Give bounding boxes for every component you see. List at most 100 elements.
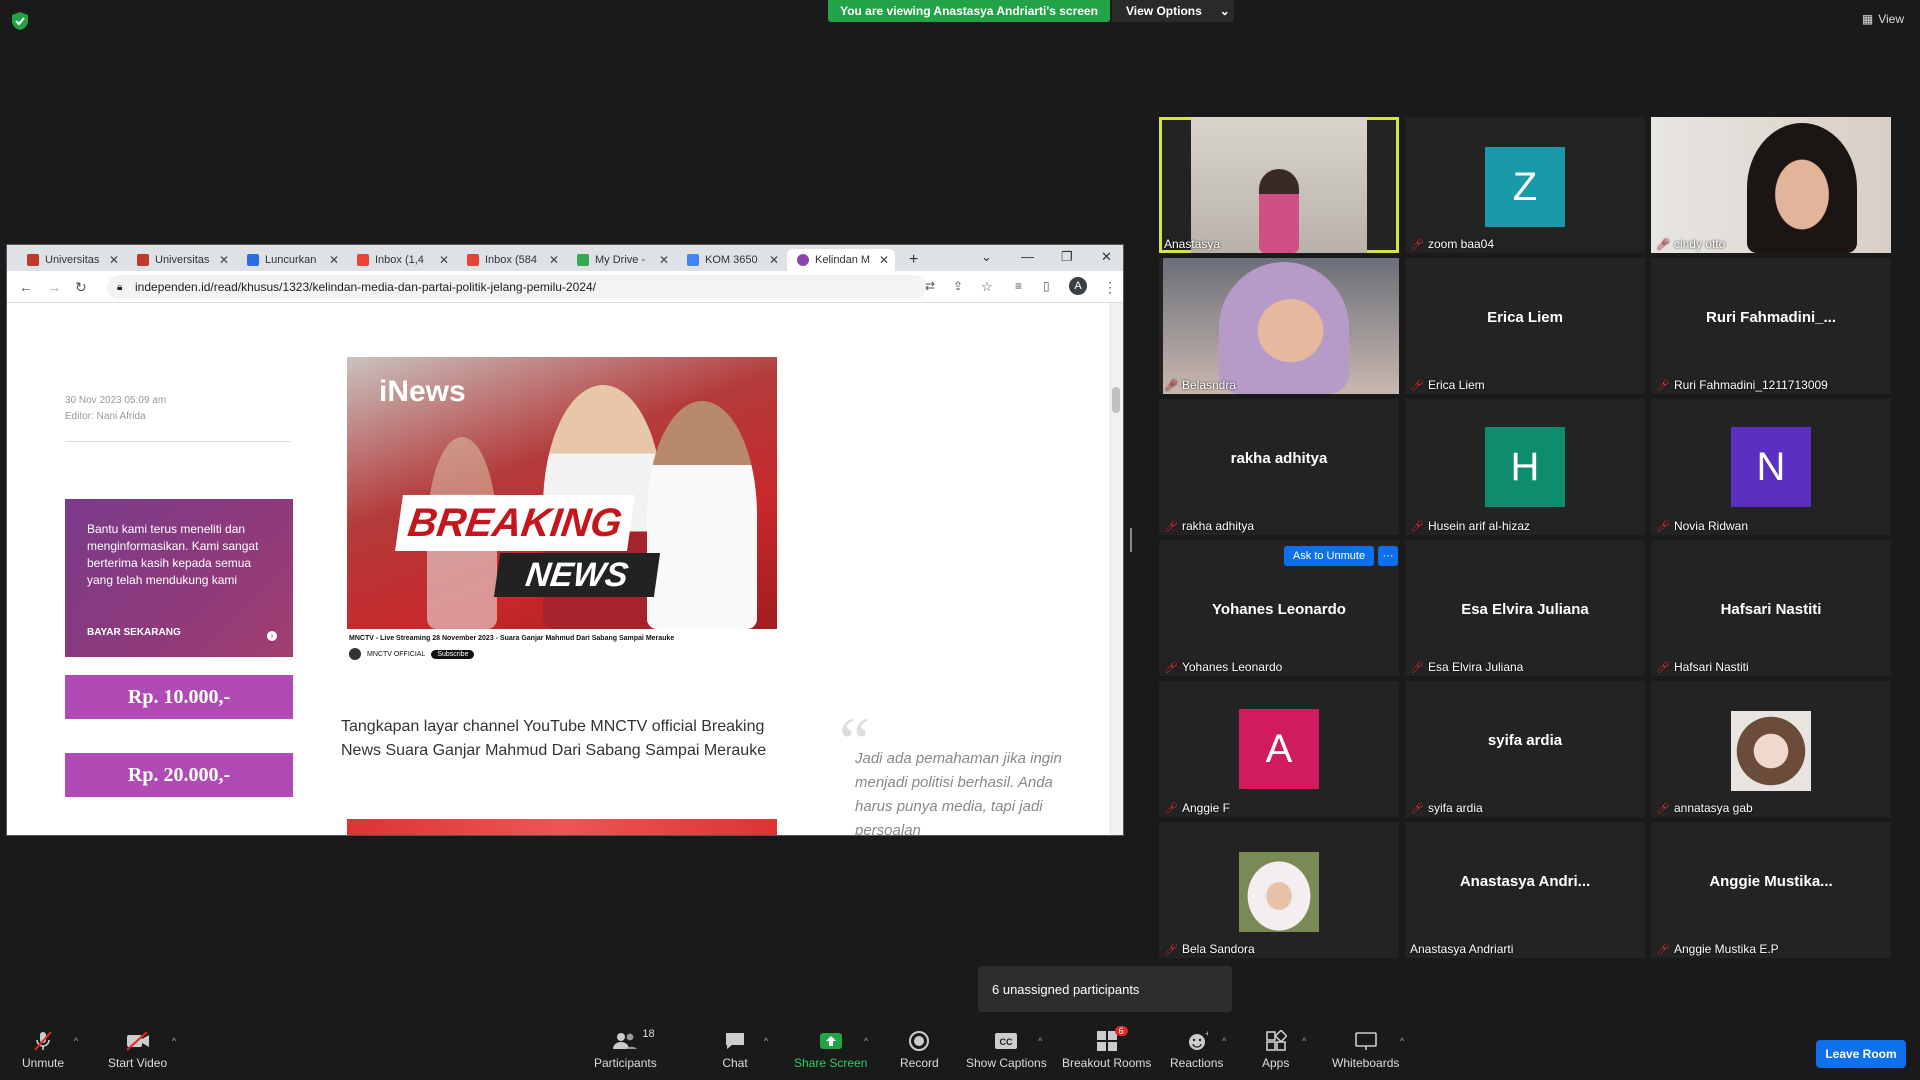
start-video-button[interactable]: Start Video: [108, 1030, 167, 1070]
close-tab-icon[interactable]: ✕: [329, 253, 339, 267]
participant-tile[interactable]: syifa ardia 🎤︎ syifa ardia: [1405, 681, 1645, 817]
layout-splitter-handle[interactable]: [1130, 528, 1132, 552]
page-scrollbar[interactable]: [1109, 303, 1123, 835]
reactions-button[interactable]: + Reactions: [1170, 1030, 1223, 1070]
close-tab-icon[interactable]: ✕: [879, 253, 889, 267]
url-field[interactable]: 🔒︎ independen.id/read/khusus/1323/kelind…: [107, 275, 927, 299]
whiteboards-caret-icon[interactable]: ^: [1400, 1036, 1404, 1046]
minimize-icon[interactable]: —: [1021, 249, 1034, 264]
unassigned-participants-tooltip[interactable]: 6 unassigned participants: [978, 966, 1232, 1012]
browser-tab[interactable]: Inbox (584 ✕: [457, 249, 565, 271]
browser-tab[interactable]: KOM 3650 ✕: [677, 249, 785, 271]
support-text: Bantu kami terus meneliti dan menginform…: [87, 522, 259, 587]
kebab-menu-icon[interactable]: ⋮: [1103, 279, 1117, 296]
browser-tab[interactable]: My Drive - ✕: [567, 249, 675, 271]
breaking-text: BREAKING: [395, 495, 635, 551]
participant-name: Anggie F: [1181, 801, 1230, 815]
participants-button[interactable]: 18 Participants: [594, 1028, 657, 1070]
participant-tile[interactable]: Anastasya Andri... Anastasya Andriarti: [1405, 822, 1645, 958]
participant-tile[interactable]: 🎤︎ cindy otto: [1651, 117, 1891, 253]
more-options-icon[interactable]: ···: [1378, 546, 1398, 566]
tab-search-chevron-icon[interactable]: ⌄: [981, 249, 992, 265]
forward-arrow-icon[interactable]: →: [47, 279, 61, 295]
share-screen-label: Share Screen: [794, 1056, 868, 1070]
security-shield-icon[interactable]: [12, 12, 28, 30]
restore-icon[interactable]: ❐: [1061, 249, 1073, 265]
ask-to-unmute-button[interactable]: Ask to Unmute: [1284, 546, 1374, 566]
scrollbar-thumb[interactable]: [1112, 387, 1120, 413]
view-button[interactable]: ▦ View: [1862, 12, 1904, 26]
browser-tab[interactable]: Universitas ✕: [127, 249, 235, 271]
participant-tile[interactable]: 🎤︎ annatasya gab: [1651, 681, 1891, 817]
browser-tab[interactable]: Luncurkan ✕: [237, 249, 345, 271]
record-icon: [906, 1030, 932, 1052]
reading-list-icon[interactable]: ≡: [1015, 279, 1022, 293]
audio-options-caret-icon[interactable]: ^: [74, 1036, 78, 1046]
leave-room-button[interactable]: Leave Room: [1816, 1040, 1906, 1068]
share-caret-icon[interactable]: ^: [864, 1036, 868, 1046]
whiteboards-button[interactable]: Whiteboards: [1332, 1030, 1399, 1070]
pay-now-link[interactable]: BAYAR SEKARANG: [87, 624, 181, 641]
translate-icon[interactable]: ⇄: [925, 279, 935, 293]
participant-tile[interactable]: N 🎤︎ Novia Ridwan: [1651, 399, 1891, 535]
close-tab-icon[interactable]: ✕: [549, 253, 559, 267]
show-captions-button[interactable]: CC Show Captions: [966, 1030, 1047, 1070]
participant-tile[interactable]: Ruri Fahmadini_... 🎤︎ Ruri Fahmadini_1211…: [1651, 258, 1891, 394]
participant-name: Bela Sandora: [1181, 942, 1255, 956]
apps-button[interactable]: Apps: [1262, 1030, 1289, 1070]
news-text: NEWS: [493, 553, 661, 597]
reload-icon[interactable]: ↻: [75, 279, 87, 296]
profile-avatar[interactable]: A: [1069, 277, 1087, 295]
youtube-subscribe-button[interactable]: Subscribe: [431, 649, 475, 659]
close-tab-icon[interactable]: ✕: [219, 253, 229, 267]
unmute-button[interactable]: Unmute: [22, 1030, 64, 1070]
reactions-caret-icon[interactable]: ^: [1222, 1036, 1226, 1046]
close-tab-icon[interactable]: ✕: [439, 253, 449, 267]
participant-tile[interactable]: Erica Liem 🎤︎ Erica Liem: [1405, 258, 1645, 394]
view-options-button[interactable]: View Options ⌄: [1112, 0, 1234, 22]
youtube-channel-name: MNCTV OFFICIAL: [367, 650, 426, 658]
close-tab-icon[interactable]: ✕: [659, 253, 669, 267]
participant-figure: [1259, 169, 1299, 253]
share-icon[interactable]: ⇪: [953, 279, 963, 293]
article-editor: Editor: Nani Afrida: [65, 411, 146, 422]
close-tab-icon[interactable]: ✕: [109, 253, 119, 267]
new-tab-plus-icon[interactable]: +: [899, 249, 923, 271]
share-screen-button[interactable]: Share Screen: [794, 1030, 867, 1070]
breakout-rooms-button[interactable]: 6 Breakout Rooms: [1062, 1026, 1151, 1070]
side-panel-icon[interactable]: ▯: [1043, 279, 1050, 293]
close-tab-icon[interactable]: ✕: [769, 253, 779, 267]
bookmark-star-icon[interactable]: ☆: [981, 279, 993, 295]
participant-tile[interactable]: 🎤︎ Bela Sandora: [1159, 822, 1399, 958]
participant-tile[interactable]: rakha adhitya 🎤︎ rakha adhitya: [1159, 399, 1399, 535]
participant-tile[interactable]: Esa Elvira Juliana 🎤︎ Esa Elvira Juliana: [1405, 540, 1645, 676]
close-window-icon[interactable]: ✕: [1101, 249, 1112, 265]
participant-display-name: rakha adhitya: [1230, 449, 1328, 467]
tab-label: Universitas: [155, 254, 210, 266]
chat-caret-icon[interactable]: ^: [764, 1036, 768, 1046]
participant-tile[interactable]: H 🎤︎ Husein arif al-hizaz: [1405, 399, 1645, 535]
browser-tab-active[interactable]: Kelindan M ✕: [787, 249, 895, 271]
participant-tile[interactable]: 🎤︎ Belasndra: [1159, 258, 1399, 394]
record-button[interactable]: Record: [900, 1030, 939, 1070]
arrow-right-icon[interactable]: ›: [267, 631, 277, 641]
browser-tab[interactable]: Universitas ✕: [17, 249, 125, 271]
participant-tile[interactable]: Anastasya: [1159, 117, 1399, 253]
participant-tile[interactable]: Hafsari Nastiti 🎤︎ Hafsari Nastiti: [1651, 540, 1891, 676]
browser-tab[interactable]: Inbox (1,4 ✕: [347, 249, 455, 271]
participant-tile[interactable]: Anggie Mustika... 🎤︎ Anggie Mustika E.P: [1651, 822, 1891, 958]
video-options-caret-icon[interactable]: ^: [172, 1036, 176, 1046]
chevron-down-icon: ⌄: [1219, 4, 1230, 18]
back-arrow-icon[interactable]: ←: [19, 279, 33, 295]
participant-profile-photo: [1239, 852, 1319, 932]
mic-muted-icon: 🎤︎: [1164, 379, 1178, 392]
donation-amount-button[interactable]: Rp. 20.000,-: [65, 753, 293, 797]
donation-amount-button[interactable]: Rp. 10.000,-: [65, 675, 293, 719]
captions-caret-icon[interactable]: ^: [1038, 1036, 1042, 1046]
next-article-image: [347, 819, 777, 835]
apps-caret-icon[interactable]: ^: [1302, 1036, 1306, 1046]
participant-tile[interactable]: Z 🎤︎ zoom baa04: [1405, 117, 1645, 253]
participant-tile[interactable]: A 🎤︎ Anggie F: [1159, 681, 1399, 817]
tab-label: Inbox (1,4: [375, 254, 424, 266]
chat-button[interactable]: Chat: [722, 1030, 748, 1070]
